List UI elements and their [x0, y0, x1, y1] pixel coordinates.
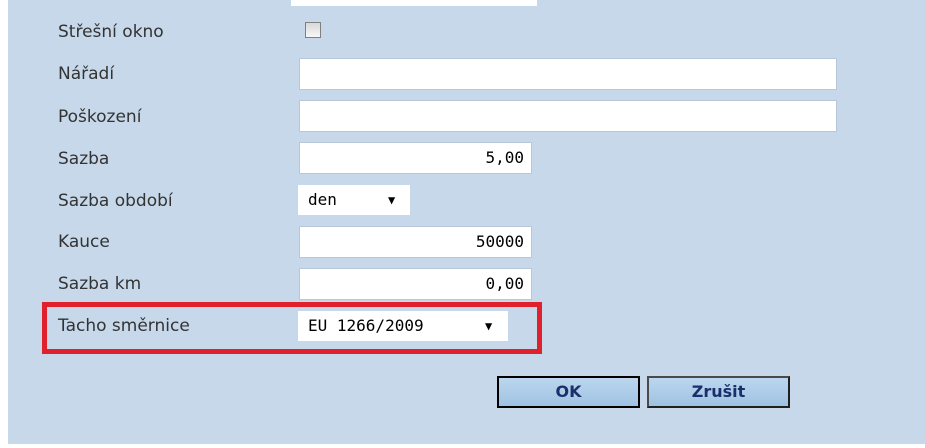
cancel-button[interactable]: Zrušit: [647, 376, 790, 408]
stresni-okno-checkbox[interactable]: [305, 22, 321, 38]
naradi-input[interactable]: [299, 58, 837, 90]
sazba-obdobi-select[interactable]: den ▼: [298, 185, 410, 215]
sazba-obdobi-label: Sazba období: [58, 191, 173, 211]
highlight-box: [42, 302, 542, 354]
poskozeni-label: Poškození: [58, 107, 142, 127]
sazba-km-input[interactable]: 0,00: [299, 268, 532, 300]
sazba-input[interactable]: 5,00: [299, 142, 532, 174]
kauce-label: Kauce: [58, 232, 110, 252]
stresni-okno-label: Střešní okno: [58, 22, 164, 42]
sazba-km-label: Sazba km: [58, 274, 142, 294]
poskozeni-input[interactable]: [299, 100, 837, 132]
sazba-label: Sazba: [58, 149, 110, 169]
top-strip: [291, 0, 537, 6]
sazba-obdobi-value: den: [308, 190, 337, 209]
dropdown-arrow-icon: ▼: [388, 193, 396, 207]
naradi-label: Nářadí: [58, 64, 115, 84]
ok-button[interactable]: OK: [497, 376, 640, 408]
kauce-input[interactable]: 50000: [299, 226, 532, 258]
